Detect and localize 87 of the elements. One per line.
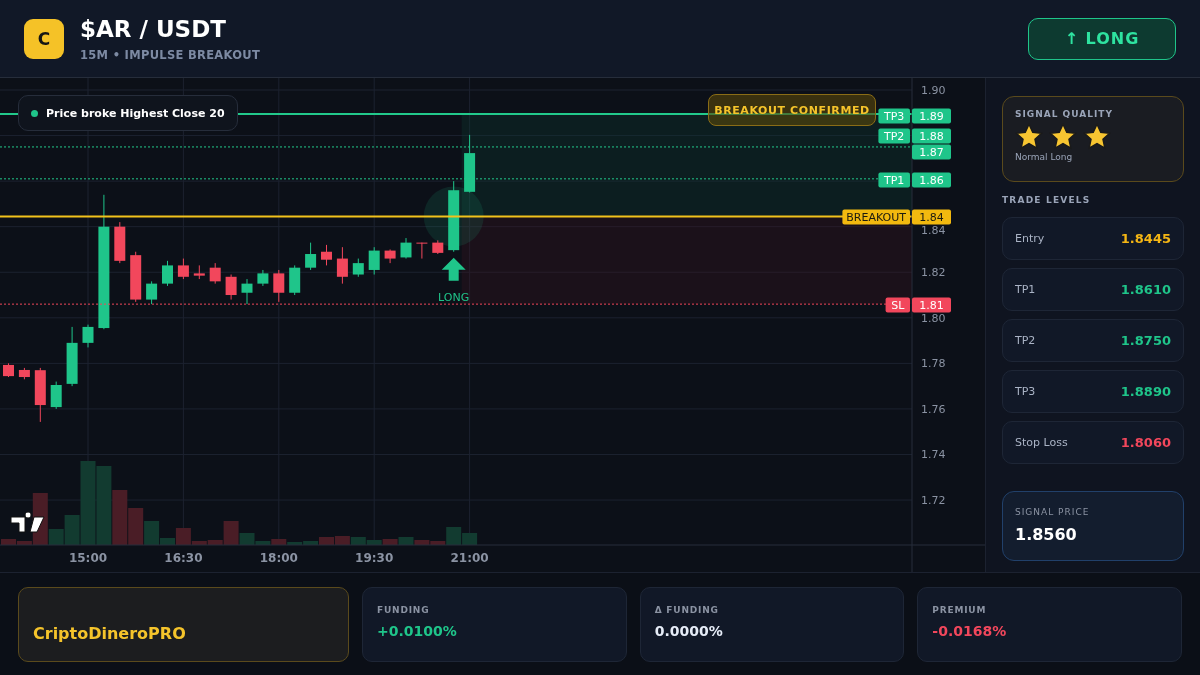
level-value: 1.8060 <box>1120 435 1171 450</box>
candle <box>257 269 269 287</box>
level-label: TP3 <box>1015 385 1036 398</box>
time-tick: 16:30 <box>164 551 203 565</box>
candle <box>66 326 78 387</box>
level-value: 1.8445 <box>1120 231 1171 246</box>
candle <box>34 367 46 423</box>
up-arrow-icon <box>441 257 466 281</box>
tradingview-logo-icon <box>10 511 45 533</box>
price-tag: 1.81 <box>912 297 951 313</box>
price-tag: 1.84 <box>912 209 951 225</box>
star-icon <box>1049 123 1077 150</box>
quality-caption: Normal Long <box>1015 152 1074 162</box>
level-label: Stop Loss <box>1015 436 1068 449</box>
price-tick: 1.90 <box>921 84 946 97</box>
star-icon <box>1015 123 1043 150</box>
level-value: 1.8890 <box>1120 384 1171 399</box>
candle <box>384 248 396 264</box>
stat-label: FUNDING <box>377 605 431 615</box>
candle <box>273 269 285 303</box>
time-tick: 18:00 <box>259 551 298 565</box>
candle <box>18 367 30 380</box>
price-tick: 1.80 <box>921 311 946 325</box>
price-tick: 1.76 <box>921 402 946 416</box>
signal-price-value: 1.8560 <box>1015 525 1078 544</box>
level-label: TP1 <box>1015 283 1036 296</box>
candle <box>209 262 221 285</box>
level-tag: BREAKOUT <box>842 209 910 225</box>
candle <box>464 134 476 193</box>
timeframe-subtitle: 15M • IMPULSE BREAKOUT <box>80 47 261 62</box>
candle <box>289 264 301 296</box>
price-tick: 1.84 <box>921 223 946 237</box>
candle <box>321 244 332 266</box>
candle <box>114 221 126 264</box>
price-tag: 1.89 <box>912 108 951 124</box>
level-tag: SL <box>885 297 910 313</box>
status-dot <box>31 109 38 117</box>
candle <box>225 274 237 301</box>
candle <box>241 278 253 305</box>
coin-logo: C <box>24 18 64 59</box>
time-tick: 15:00 <box>68 551 108 565</box>
time-tick: 21:00 <box>450 551 489 565</box>
price-tag: 1.88 <box>912 128 951 144</box>
breakout-confirmed-badge: BREAKOUT CONFIRMED <box>708 94 876 126</box>
price-tick: 1.78 <box>921 357 946 371</box>
candle <box>146 280 158 305</box>
star-icon <box>1083 123 1111 150</box>
stat-label: Δ FUNDING <box>654 605 720 615</box>
price-tag: 1.87 <box>912 144 951 160</box>
section-title: TRADE LEVELS <box>1002 195 1092 205</box>
candle <box>416 242 428 260</box>
long-marker-label: LONG <box>438 290 470 304</box>
candle <box>177 258 189 280</box>
brand-name: CriptoDineroPRO <box>33 624 186 643</box>
stat-label: PREMIUM <box>932 605 988 615</box>
pair-title: $AR / USDT <box>80 15 227 42</box>
candle <box>305 242 317 271</box>
candle <box>400 237 412 260</box>
candle <box>3 362 14 378</box>
price-tick: 1.82 <box>921 266 946 280</box>
price-tick: 1.72 <box>921 494 946 508</box>
candle <box>82 324 94 348</box>
price-tick: 1.74 <box>921 448 946 462</box>
candle <box>162 260 173 287</box>
price-tag: 1.86 <box>912 172 951 188</box>
candle <box>432 239 444 255</box>
candle <box>50 381 62 410</box>
candle <box>193 264 205 280</box>
candle <box>368 246 380 275</box>
level-tag: TP1 <box>878 172 910 188</box>
stat-value: 0.0000% <box>654 623 724 639</box>
stat-value: +0.0100% <box>377 623 458 639</box>
card-title: SIGNAL QUALITY <box>1015 109 1114 119</box>
card-title: SIGNAL PRICE <box>1015 507 1091 517</box>
level-label: TP2 <box>1015 334 1036 347</box>
candle <box>130 251 142 303</box>
level-value: 1.8610 <box>1120 282 1171 297</box>
info-text: Price broke Highest Close 20 <box>46 106 225 120</box>
stat-value: -0.0168% <box>932 623 1008 639</box>
candle <box>336 246 348 285</box>
level-value: 1.8750 <box>1120 333 1171 348</box>
level-tag: TP3 <box>878 108 910 124</box>
level-label: Entry <box>1015 232 1045 245</box>
level-tag: TP2 <box>878 128 910 144</box>
time-tick: 19:30 <box>355 551 394 565</box>
long-button[interactable]: ↑ LONG <box>1028 17 1176 60</box>
candle <box>352 258 364 278</box>
